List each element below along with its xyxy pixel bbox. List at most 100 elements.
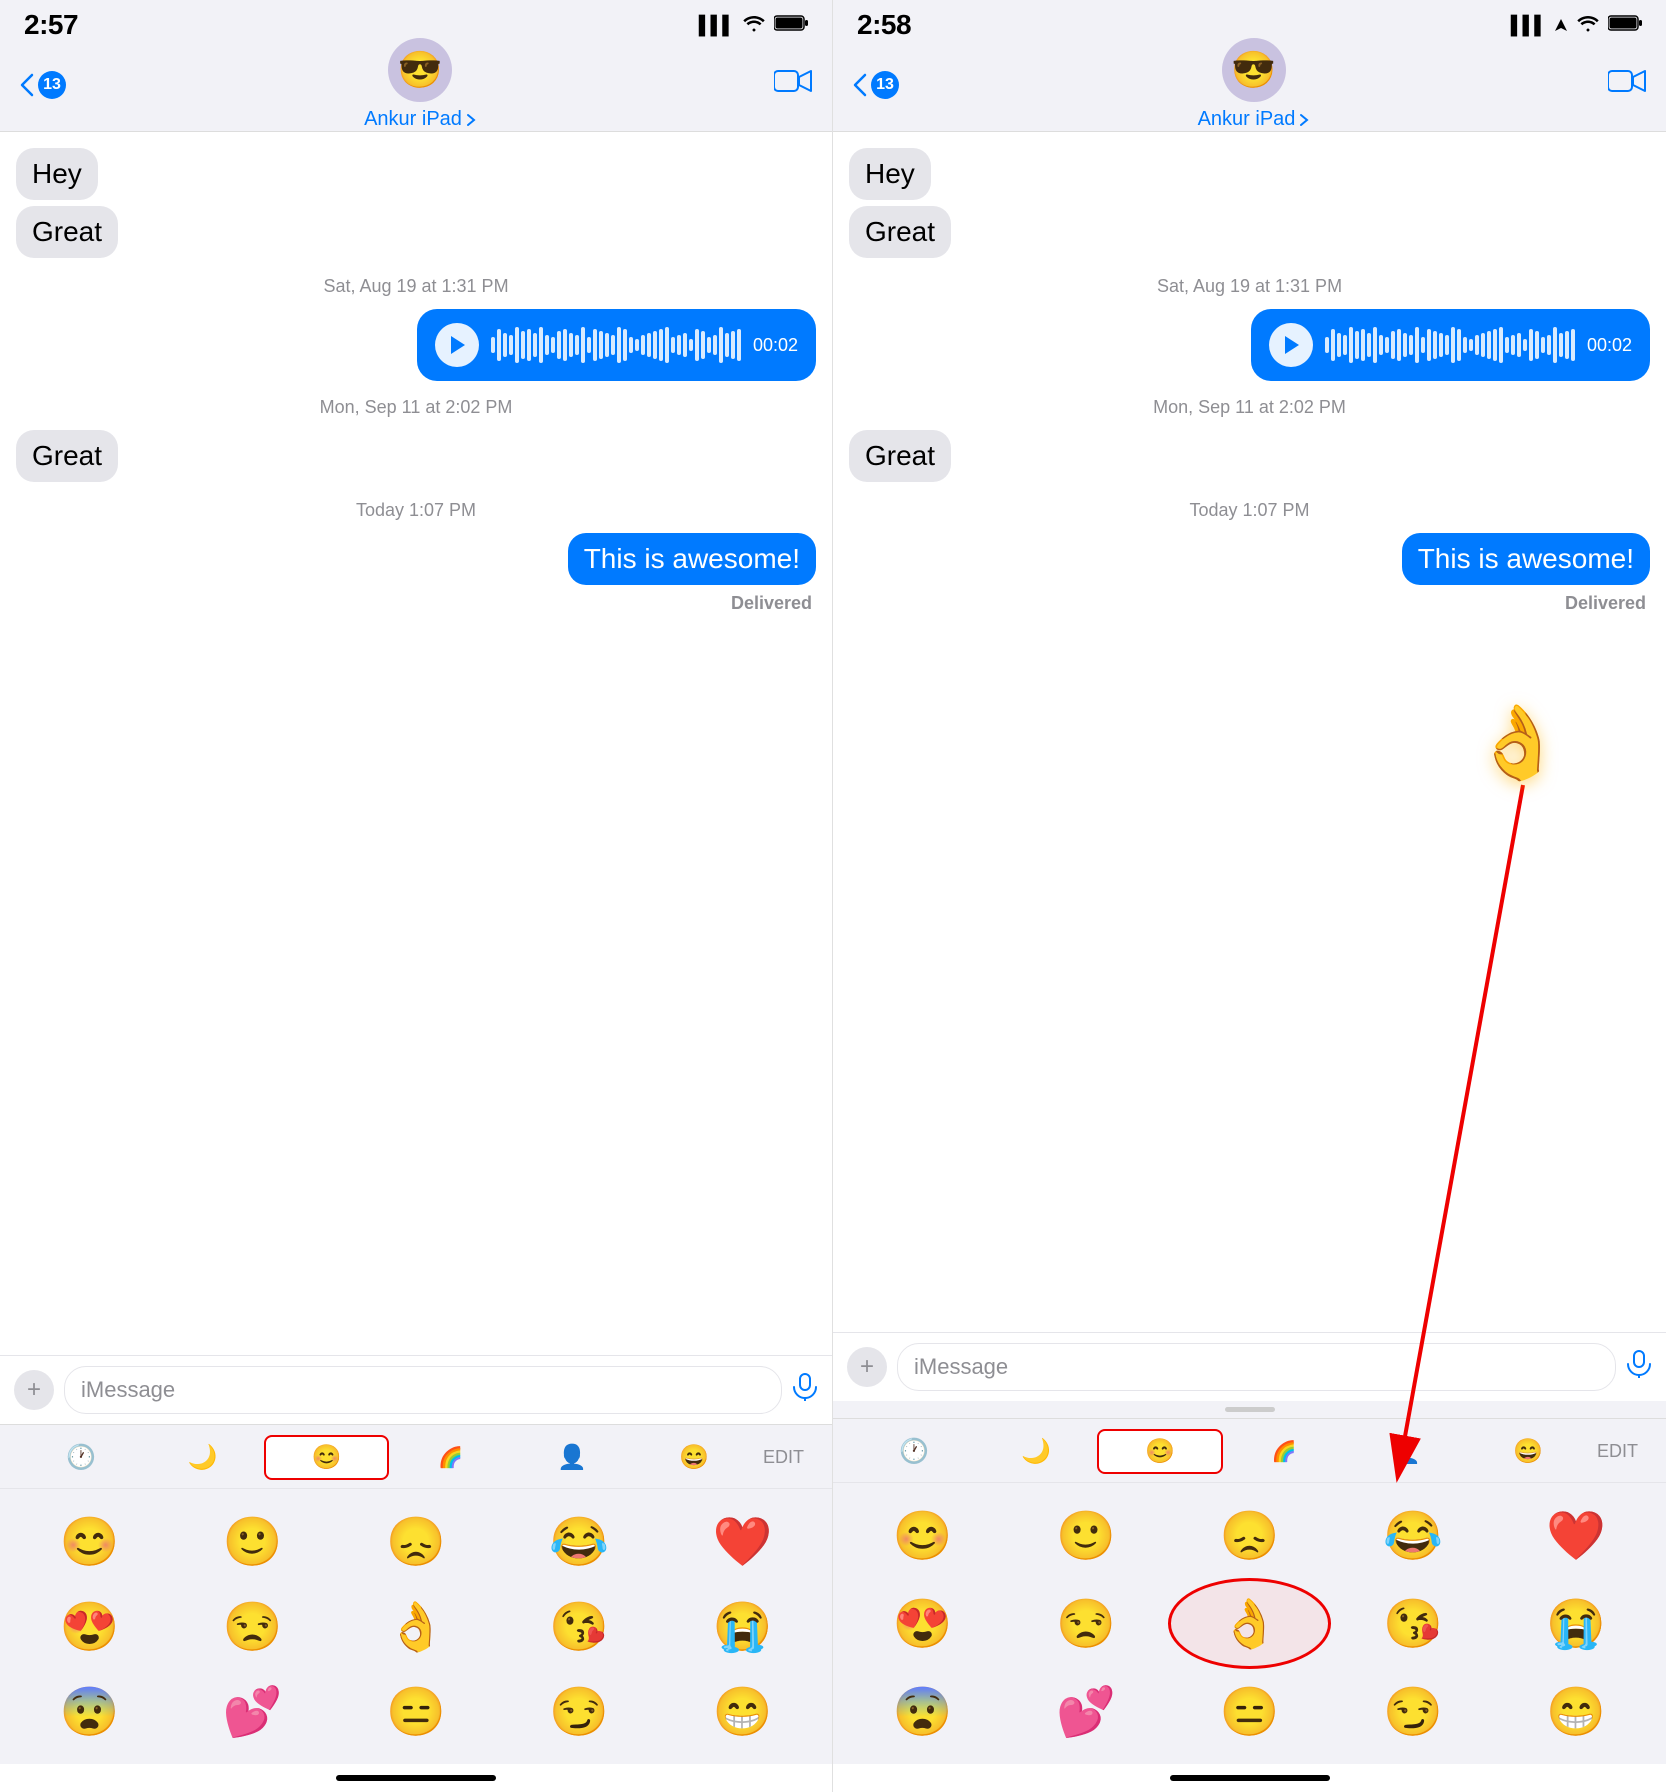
- emoji-cell[interactable]: 😂: [498, 1499, 661, 1584]
- emoji-cell[interactable]: 😑: [334, 1669, 497, 1754]
- wifi-icon-right: [1576, 14, 1600, 37]
- video-button-left[interactable]: [774, 67, 812, 102]
- delivered-label-left: Delivered: [16, 593, 812, 614]
- mic-icon-right[interactable]: [1626, 1350, 1652, 1385]
- message-input-left[interactable]: iMessage: [64, 1366, 782, 1414]
- emoji-cell[interactable]: 🙂: [1004, 1493, 1167, 1578]
- emoji-cell[interactable]: 😁: [1495, 1669, 1658, 1754]
- nav-bar-left: 13 😎 Ankur iPad: [0, 44, 832, 132]
- emoji-cell[interactable]: 😒: [171, 1584, 334, 1669]
- emoji-cell[interactable]: 😨: [841, 1669, 1004, 1754]
- back-badge-left: 13: [38, 71, 66, 99]
- bubble-great1-right: Great: [849, 206, 951, 258]
- messages-area-right: Hey Great Sat, Aug 19 at 1:31 PM: [833, 132, 1666, 1332]
- signal-icon-right: ▌▌▌: [1511, 15, 1546, 36]
- recents-tab-right[interactable]: 🕐: [853, 1431, 975, 1472]
- mic-icon-left[interactable]: [792, 1373, 818, 1408]
- emoji-cell[interactable]: 😒: [1004, 1578, 1167, 1669]
- emoji-cell[interactable]: ❤️: [661, 1499, 824, 1584]
- emoji-cell[interactable]: 😊: [8, 1499, 171, 1584]
- left-panel: 2:57 ▌▌▌ 13 😎 Ankur iPad H: [0, 0, 833, 1792]
- timestamp2-left: Mon, Sep 11 at 2:02 PM: [16, 397, 816, 418]
- emoji-cell[interactable]: 😏: [1331, 1669, 1494, 1754]
- contact-name-left: Ankur iPad: [364, 108, 476, 131]
- emoji-cell[interactable]: 😨: [8, 1669, 171, 1754]
- emoji-cell[interactable]: 😞: [1168, 1493, 1331, 1578]
- people-tab-right[interactable]: 👤: [1345, 1431, 1467, 1472]
- emoji-cell[interactable]: 😂: [1331, 1493, 1494, 1578]
- bubble-great1-left: Great: [16, 206, 118, 258]
- input-bar-left: + iMessage: [0, 1355, 832, 1424]
- home-bar-left: [336, 1775, 496, 1781]
- timestamp1-left: Sat, Aug 19 at 1:31 PM: [16, 276, 816, 297]
- smileys-tab-right[interactable]: 🌙: [975, 1431, 1097, 1472]
- status-time-left: 2:57: [24, 9, 78, 41]
- emoji-cell[interactable]: 😘: [498, 1584, 661, 1669]
- emoji-cell[interactable]: 😏: [498, 1669, 661, 1754]
- play-button-left[interactable]: [435, 323, 479, 367]
- audio-bubble-right: 00:02: [1251, 309, 1650, 381]
- emoji-tabs-left: 🕐 🌙 😊 🌈 👤 😄 EDIT: [0, 1425, 832, 1489]
- extra-tab-left[interactable]: 😄: [633, 1437, 755, 1478]
- audio-duration-right: 00:02: [1587, 335, 1632, 356]
- timestamp3-left: Today 1:07 PM: [16, 500, 816, 521]
- emoji-face-tab-left[interactable]: 😊: [264, 1435, 390, 1480]
- home-indicator-right: [833, 1764, 1666, 1792]
- nav-bar-right: 13 😎 Ankur iPad: [833, 44, 1666, 132]
- emoji-cell[interactable]: 💕: [171, 1669, 334, 1754]
- emoji-cell[interactable]: 😘: [1331, 1578, 1494, 1669]
- video-button-right[interactable]: [1608, 67, 1646, 102]
- status-time-right: 2:58: [857, 9, 911, 41]
- emoji-cell[interactable]: 😑: [1168, 1669, 1331, 1754]
- emoji-cell[interactable]: 👌: [334, 1584, 497, 1669]
- bubble-hey-left: Hey: [16, 148, 98, 200]
- audio-bubble-left: 00:02: [417, 309, 816, 381]
- wifi-icon-left: [742, 14, 766, 37]
- edit-label-left[interactable]: EDIT: [755, 1443, 812, 1472]
- battery-icon-left: [774, 14, 808, 37]
- signal-icon-left: ▌▌▌: [699, 15, 734, 36]
- play-button-right[interactable]: [1269, 323, 1313, 367]
- waveform-left: [491, 327, 741, 363]
- emoji-tabs-right: 🕐 🌙 😊 🌈 👤 😄 EDIT: [833, 1419, 1666, 1483]
- recents-tab-left[interactable]: 🕐: [20, 1437, 142, 1478]
- activity-tab-right[interactable]: 🌈: [1223, 1433, 1345, 1470]
- smileys-tab-left[interactable]: 🌙: [142, 1437, 264, 1478]
- add-button-left[interactable]: +: [14, 1370, 54, 1410]
- emoji-okhand-cell-right[interactable]: 👌: [1168, 1578, 1331, 1669]
- emoji-cell[interactable]: 😊: [841, 1493, 1004, 1578]
- message-input-right[interactable]: iMessage: [897, 1343, 1616, 1391]
- emoji-cell[interactable]: 💕: [1004, 1669, 1167, 1754]
- emoji-grid-right: 😊 🙂 😞 😂 ❤️ 😍 😒 👌 😘 😭 😨 💕 😑 😏 😁: [833, 1483, 1666, 1764]
- home-indicator-left: [0, 1764, 832, 1792]
- emoji-face-tab-right[interactable]: 😊: [1097, 1429, 1223, 1474]
- timestamp2-right: Mon, Sep 11 at 2:02 PM: [849, 397, 1650, 418]
- edit-label-right[interactable]: EDIT: [1589, 1437, 1646, 1466]
- emoji-cell[interactable]: 😞: [334, 1499, 497, 1584]
- extra-tab-right[interactable]: 😄: [1467, 1431, 1589, 1472]
- gps-icon-right: [1554, 18, 1568, 32]
- emoji-cell[interactable]: 🙂: [171, 1499, 334, 1584]
- nav-center-right[interactable]: 😎 Ankur iPad: [1198, 38, 1310, 131]
- right-panel: 2:58 ▌▌▌ 13 😎 Ankur iPad: [833, 0, 1666, 1792]
- nav-center-left[interactable]: 😎 Ankur iPad: [364, 38, 476, 131]
- input-bar-right: + iMessage: [833, 1332, 1666, 1401]
- back-button-right[interactable]: 13: [853, 71, 899, 99]
- messages-area-left: Hey Great Sat, Aug 19 at 1:31 PM: [0, 132, 832, 1355]
- activity-tab-left[interactable]: 🌈: [389, 1439, 511, 1476]
- drawer-handle-right: [833, 1401, 1666, 1418]
- people-tab-left[interactable]: 👤: [511, 1437, 633, 1478]
- drawer-bar-right: [1225, 1407, 1275, 1412]
- emoji-cell[interactable]: 😍: [841, 1578, 1004, 1669]
- emoji-cell[interactable]: 😭: [1495, 1578, 1658, 1669]
- emoji-cell[interactable]: 😁: [661, 1669, 824, 1754]
- bubble-hey-right: Hey: [849, 148, 931, 200]
- emoji-cell[interactable]: 😍: [8, 1584, 171, 1669]
- back-button-left[interactable]: 13: [20, 71, 66, 99]
- play-triangle-left: [451, 336, 465, 354]
- contact-name-right: Ankur iPad: [1198, 108, 1310, 131]
- status-icons-left: ▌▌▌: [699, 14, 808, 37]
- emoji-cell[interactable]: 😭: [661, 1584, 824, 1669]
- emoji-cell[interactable]: ❤️: [1495, 1493, 1658, 1578]
- add-button-right[interactable]: +: [847, 1347, 887, 1387]
